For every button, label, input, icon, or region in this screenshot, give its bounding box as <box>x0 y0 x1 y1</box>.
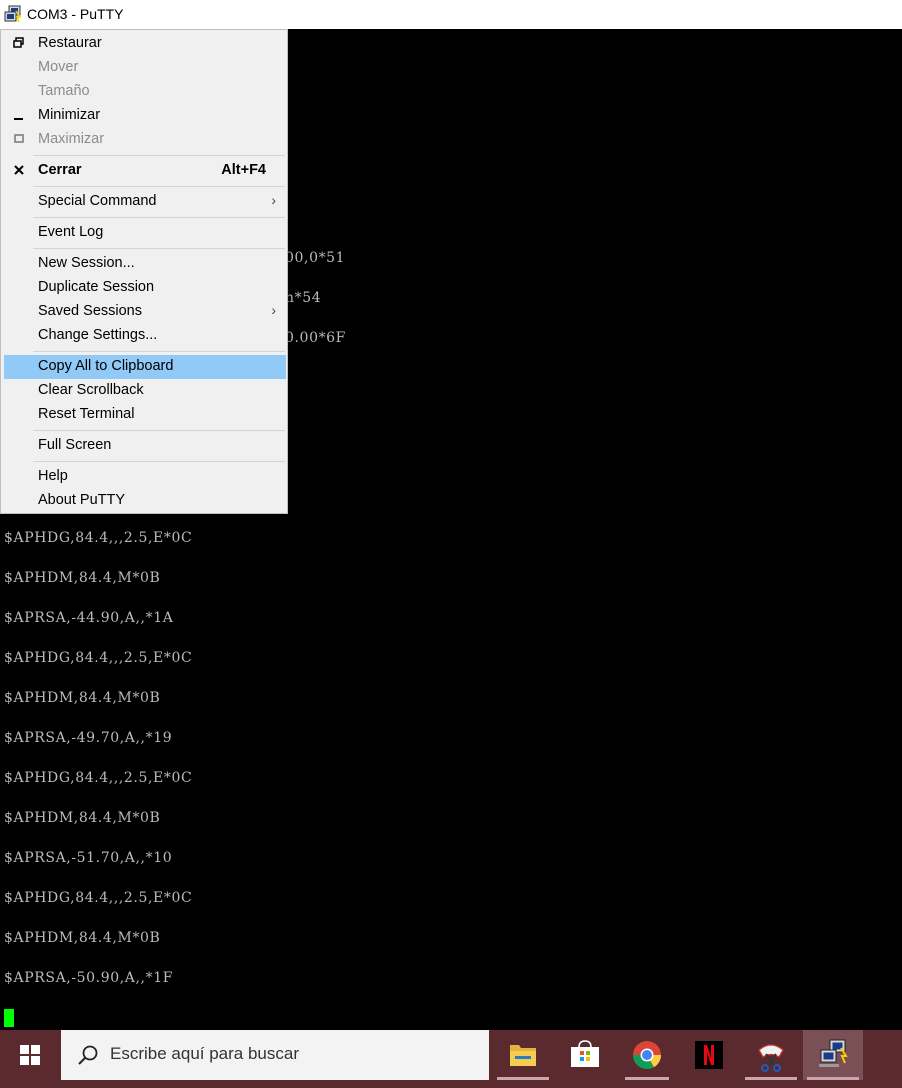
terminal-cursor <box>4 1009 14 1027</box>
putty-icon <box>819 1039 848 1067</box>
taskbar-app-chrome[interactable] <box>617 1030 677 1080</box>
terminal-line: $APHDM,84.4,M*0B <box>4 570 161 586</box>
terminal-line: $APRSA,-51.70,A,,*10 <box>4 850 173 866</box>
taskbar-app-file-explorer[interactable] <box>493 1030 553 1080</box>
menu-item-restaurar[interactable]: Restaurar <box>4 32 286 56</box>
close-icon <box>14 165 24 175</box>
menu-separator <box>33 461 285 462</box>
menu-item-duplicate-session[interactable]: Duplicate Session <box>4 276 286 300</box>
menu-item-change-settings[interactable]: Change Settings... <box>4 324 286 348</box>
running-indicator <box>625 1077 669 1080</box>
netflix-icon <box>695 1041 723 1069</box>
terminal-line: $APHDG,84.4,,,2.5,E*0C <box>4 530 193 546</box>
window-title: COM3 - PuTTY <box>27 6 124 22</box>
terminal-line: $APHDM,84.4,M*0B <box>4 810 161 826</box>
running-indicator <box>807 1077 859 1080</box>
menu-separator <box>33 155 285 156</box>
system-menu: Restaurar Mover Tamaño Minimizar Maximiz… <box>0 29 288 514</box>
menu-separator <box>33 186 285 187</box>
microsoft-store-icon <box>571 1040 599 1067</box>
chrome-icon <box>633 1041 661 1069</box>
terminal-line: $APHDG,84.4,,,2.5,E*0C <box>4 770 193 786</box>
terminal-partial-line: 0.00*6F <box>285 330 346 346</box>
menu-item-about-putty[interactable]: About PuTTY <box>4 489 286 513</box>
chevron-right-icon: › <box>271 302 276 318</box>
snipping-tool-icon <box>758 1044 784 1072</box>
menu-item-maximizar[interactable]: Maximizar <box>4 128 286 152</box>
terminal-line: $APHDM,84.4,M*0B <box>4 690 161 706</box>
terminal-line: $APRSA,-44.90,A,,*1A <box>4 610 174 626</box>
start-button[interactable] <box>0 1030 60 1080</box>
menu-separator <box>33 248 285 249</box>
menu-separator <box>33 430 285 431</box>
menu-item-mover[interactable]: Mover <box>4 56 286 80</box>
menu-item-event-log[interactable]: Event Log <box>4 221 286 245</box>
menu-item-saved-sessions[interactable]: Saved Sessions › <box>4 300 286 324</box>
terminal-line: $APRSA,-49.70,A,,*19 <box>4 730 173 746</box>
running-indicator <box>745 1077 797 1080</box>
terminal-line: $APRSA,-50.90,A,,*1F <box>4 970 174 986</box>
search-icon <box>78 1045 98 1065</box>
menu-separator <box>33 217 285 218</box>
menu-item-copy-all-to-clipboard[interactable]: Copy All to Clipboard <box>4 355 286 379</box>
menu-separator <box>33 351 285 352</box>
taskbar-app-snipping-tool[interactable] <box>741 1030 801 1080</box>
search-box[interactable]: Escribe aquí para buscar <box>61 1030 489 1080</box>
minimize-icon <box>14 118 23 120</box>
taskbar-app-netflix[interactable] <box>679 1030 739 1080</box>
windows-logo-icon <box>20 1045 40 1065</box>
terminal-partial-line: 00,0*51 <box>285 250 346 266</box>
menu-item-special-command[interactable]: Special Command › <box>4 190 286 214</box>
maximize-icon <box>14 134 24 143</box>
putty-icon[interactable] <box>4 5 22 23</box>
file-explorer-icon <box>510 1045 536 1066</box>
menu-item-new-session[interactable]: New Session... <box>4 252 286 276</box>
terminal-partial-line: n*54 <box>285 290 322 306</box>
menu-item-minimizar[interactable]: Minimizar <box>4 104 286 128</box>
terminal-line: $APHDG,84.4,,,2.5,E*0C <box>4 890 193 906</box>
menu-item-help[interactable]: Help <box>4 465 286 489</box>
taskbar: Escribe aquí para buscar <box>0 1030 902 1088</box>
terminal-line: $APHDG,84.4,,,2.5,E*0C <box>4 650 193 666</box>
running-indicator <box>497 1077 549 1080</box>
menu-item-reset-terminal[interactable]: Reset Terminal <box>4 403 286 427</box>
shortcut-label: Alt+F4 <box>221 162 266 178</box>
menu-item-clear-scrollback[interactable]: Clear Scrollback <box>4 379 286 403</box>
menu-item-full-screen[interactable]: Full Screen <box>4 434 286 458</box>
menu-item-tamano[interactable]: Tamaño <box>4 80 286 104</box>
restore-icon <box>13 37 24 48</box>
taskbar-app-putty[interactable] <box>803 1030 863 1080</box>
menu-item-cerrar[interactable]: Cerrar Alt+F4 <box>4 159 286 183</box>
chevron-right-icon: › <box>271 192 276 208</box>
title-bar[interactable]: COM3 - PuTTY <box>0 0 902 29</box>
search-placeholder: Escribe aquí para buscar <box>110 1044 299 1063</box>
terminal-line: $APHDM,84.4,M*0B <box>4 930 161 946</box>
taskbar-app-store[interactable] <box>555 1030 615 1080</box>
